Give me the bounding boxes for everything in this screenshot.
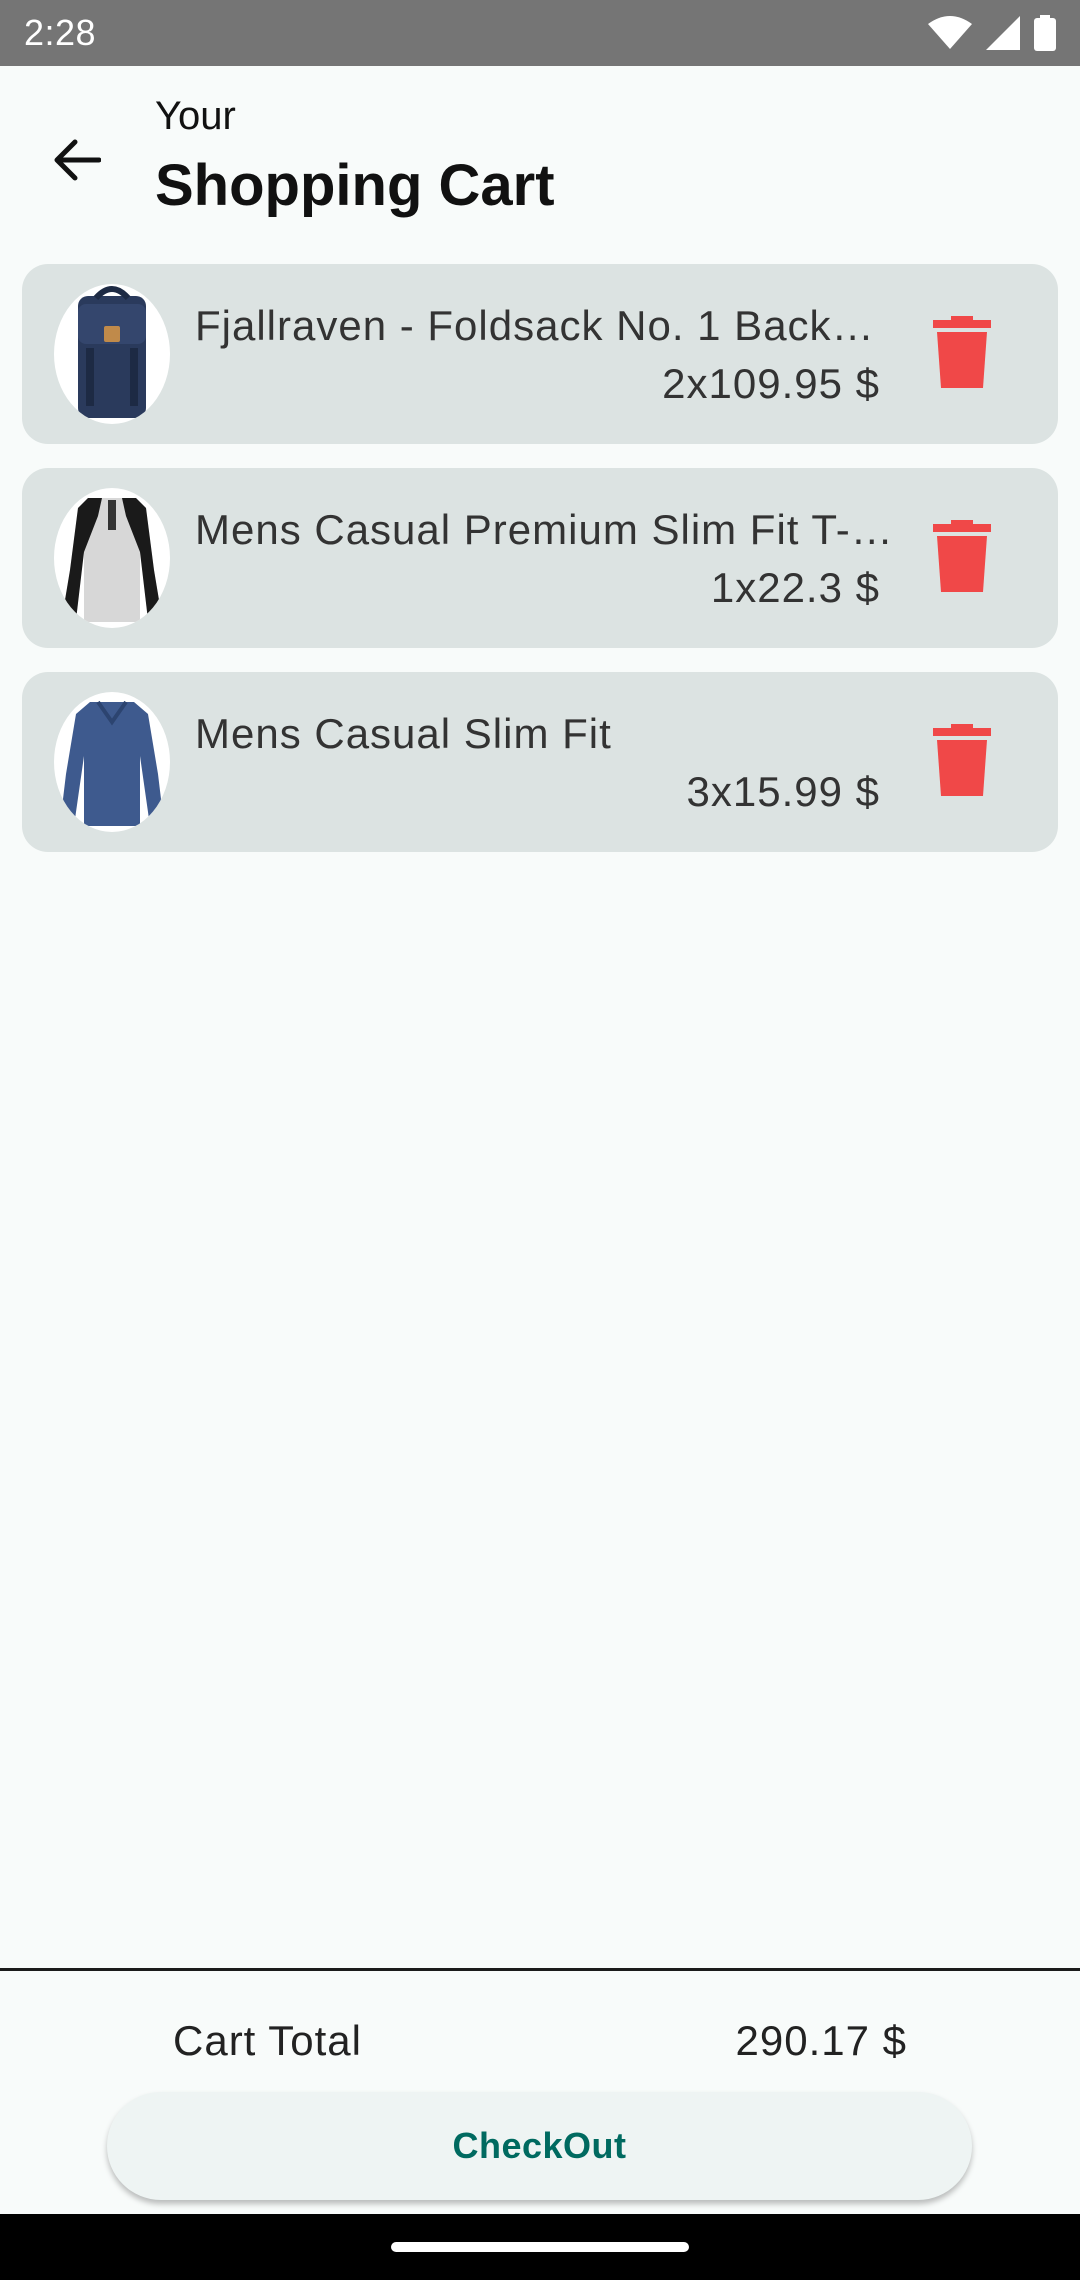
product-name: Mens Casual Slim Fit [195,710,612,757]
cart-item[interactable]: Fjallraven - Foldsack No. 1 Backpack, Fi… [22,264,1058,444]
raglan-shirt-image [62,498,162,622]
cart-total-label: Cart Total [173,2017,362,2064]
status-time: 2:28 [24,12,97,53]
long-sleeve-shirt-image [60,700,164,826]
trash-icon [933,519,991,597]
cart-list: Fjallraven - Foldsack No. 1 Backpack, Fi… [22,264,1058,876]
status-bar: 2:28 [0,0,1080,66]
delete-button[interactable] [922,518,1002,598]
delete-button[interactable] [922,314,1002,394]
home-gesture-handle[interactable] [391,2242,689,2252]
arrow-back-icon [53,138,102,187]
back-button[interactable] [36,121,118,203]
product-quantity-price: 2x109.95 $ [662,360,880,407]
app-header: Your Shopping Cart [0,66,1080,256]
product-thumbnail [54,692,170,832]
backpack-image [78,286,146,418]
product-thumbnail [54,488,170,628]
signal-icon [986,16,1020,50]
checkout-button[interactable]: CheckOut [107,2092,972,2200]
battery-icon [1034,15,1056,51]
product-name: Mens Casual Premium Slim Fit T-Shirts [195,506,895,553]
cart-item[interactable]: Mens Casual Premium Slim Fit T-Shirts 1x… [22,468,1058,648]
trash-icon [933,723,991,801]
status-icons [928,15,1056,51]
product-quantity-price: 1x22.3 $ [710,564,880,611]
cart-item[interactable]: Mens Casual Slim Fit 3x15.99 $ [22,672,1058,852]
product-thumbnail [54,284,170,424]
delete-button[interactable] [922,722,1002,802]
cart-total-value: 290.17 $ [735,2017,907,2064]
product-quantity-price: 3x15.99 $ [686,768,880,815]
trash-icon [933,315,991,393]
wifi-icon [928,16,972,50]
product-name: Fjallraven - Foldsack No. 1 Backpack, Fi… [195,302,895,349]
footer-divider [0,1968,1080,1971]
page-title: Shopping Cart [155,153,555,218]
header-subtitle: Your [155,94,236,138]
